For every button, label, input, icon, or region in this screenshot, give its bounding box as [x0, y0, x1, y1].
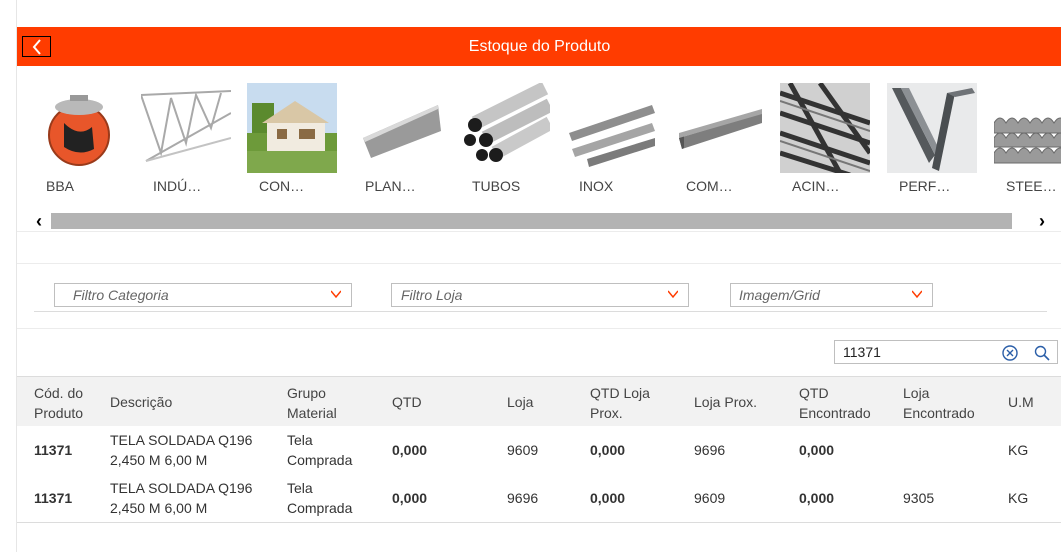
clear-icon[interactable]	[1001, 344, 1019, 362]
category-label: INOX	[579, 178, 614, 194]
category-label: INDÚ…	[153, 178, 202, 194]
cell-grupo: Tela Comprada	[287, 480, 353, 516]
category-label: STEE…	[1006, 178, 1057, 194]
category-item-construcao[interactable]: CON…	[247, 83, 339, 194]
chevron-down-icon	[668, 290, 678, 299]
cell-um: KG	[1008, 442, 1029, 458]
category-item-bba[interactable]: BBA	[34, 83, 126, 194]
category-item-industria[interactable]: INDÚ…	[141, 83, 233, 194]
rebar-image	[780, 83, 870, 173]
category-label: BBA	[46, 178, 75, 194]
category-label: COM…	[686, 178, 733, 194]
divider	[34, 311, 1047, 312]
category-label: CON…	[259, 178, 305, 194]
steel-sheet-image	[353, 83, 443, 173]
cell-qtd-encontrado: 0,000	[799, 442, 835, 458]
chevron-right-icon[interactable]: ›	[1034, 212, 1050, 230]
store-filter-placeholder: Filtro Loja	[401, 287, 463, 303]
table-row[interactable]: 11371 TELA SOLDADA Q196 2,450 M 6,00 M Te…	[17, 474, 1061, 523]
header-um[interactable]: U.M	[1008, 392, 1034, 412]
category-label: TUBOS	[472, 178, 521, 194]
table-header: Cód. do Produto Descrição Grupo Material Q…	[17, 376, 1061, 427]
cell-cod: 11371	[34, 442, 73, 458]
pipes-bundle-image	[460, 83, 550, 173]
search-field[interactable]	[834, 340, 1058, 364]
scrollbar-thumb[interactable]	[51, 213, 1012, 229]
back-button[interactable]	[21, 35, 52, 58]
category-item-tubos[interactable]: TUBOS	[460, 83, 552, 194]
category-label: PLAN…	[365, 178, 416, 194]
cell-loja: 9696	[507, 490, 539, 506]
cell-loja-prox: 9609	[694, 490, 726, 506]
chevron-left-icon	[32, 38, 41, 55]
chevron-left-icon[interactable]: ‹	[31, 212, 47, 230]
category-filter-placeholder: Filtro Categoria	[73, 287, 169, 303]
header-qtd-encontrado[interactable]: QTD Encontrado	[799, 383, 871, 423]
header-loja[interactable]: Loja	[507, 392, 533, 412]
view-mode-select[interactable]: Imagem/Grid	[730, 283, 933, 307]
header-qtd-loja-prox[interactable]: QTD Loja Prox.	[590, 383, 650, 423]
cell-qtd-loja-prox: 0,000	[590, 442, 626, 458]
category-carousel: BBA INDÚ… CON… PLAN… TUBOS INOX COM… ACI…	[17, 83, 1061, 198]
header-cod[interactable]: Cód. do Produto	[34, 383, 83, 423]
stainless-flat-bars-image	[567, 83, 657, 173]
category-item-planos[interactable]: PLAN…	[353, 83, 445, 194]
u-channel-image	[674, 83, 764, 173]
cell-loja: 9609	[507, 442, 539, 458]
cell-qtd-loja-prox: 0,000	[590, 490, 626, 506]
cell-cod: 11371	[34, 490, 73, 506]
category-item-perfis[interactable]: PERF…	[887, 83, 979, 194]
barbed-wire-coil-image	[34, 83, 124, 173]
cell-descricao: TELA SOLDADA Q196 2,450 M 6,00 M	[110, 432, 253, 468]
category-item-inox[interactable]: INOX	[567, 83, 659, 194]
app-container: Estoque do Produto BBA INDÚ… CON… PLAN… …	[16, 0, 1061, 552]
page-title: Estoque do Produto	[468, 38, 611, 55]
header-grupo[interactable]: Grupo Material	[287, 383, 337, 423]
search-icon[interactable]	[1033, 344, 1051, 362]
cell-qtd: 0,000	[392, 490, 428, 506]
house-image	[247, 83, 337, 173]
view-mode-placeholder: Imagem/Grid	[739, 287, 820, 303]
header-descricao[interactable]: Descrição	[110, 392, 172, 412]
category-label: ACIN…	[792, 178, 840, 194]
cell-um: KG	[1008, 490, 1029, 506]
category-label: PERF…	[899, 178, 951, 194]
category-item-steel[interactable]: STEE…	[994, 83, 1061, 194]
header-loja-encontrado[interactable]: Loja Encontrado	[903, 383, 975, 423]
divider	[17, 263, 1061, 264]
header-bar: Estoque do Produto	[17, 27, 1061, 66]
cell-qtd: 0,000	[392, 442, 428, 458]
carousel-scrollbar[interactable]: ‹ ›	[17, 212, 1061, 230]
lattice-truss-image	[141, 83, 231, 173]
header-loja-prox[interactable]: Loja Prox.	[694, 392, 757, 412]
chevron-down-icon	[912, 290, 922, 299]
chevron-down-icon	[331, 290, 341, 299]
cell-grupo: Tela Comprada	[287, 432, 353, 468]
category-item-comercial[interactable]: COM…	[674, 83, 766, 194]
store-filter-select[interactable]: Filtro Loja	[391, 283, 689, 307]
angle-profiles-image	[887, 83, 977, 173]
category-item-acinox[interactable]: ACIN…	[780, 83, 872, 194]
table-row[interactable]: 11371 TELA SOLDADA Q196 2,450 M 6,00 M Te…	[17, 426, 1061, 475]
cell-qtd-encontrado: 0,000	[799, 490, 835, 506]
divider	[17, 328, 1061, 329]
cell-loja-prox: 9696	[694, 442, 726, 458]
search-input[interactable]	[843, 343, 993, 361]
category-filter-select[interactable]: Filtro Categoria	[54, 283, 352, 307]
header-qtd[interactable]: QTD	[392, 392, 422, 412]
divider	[17, 231, 1061, 232]
cell-loja-encontrado: 9305	[903, 490, 935, 506]
corrugated-sheets-image	[994, 83, 1061, 173]
cell-descricao: TELA SOLDADA Q196 2,450 M 6,00 M	[110, 480, 253, 516]
